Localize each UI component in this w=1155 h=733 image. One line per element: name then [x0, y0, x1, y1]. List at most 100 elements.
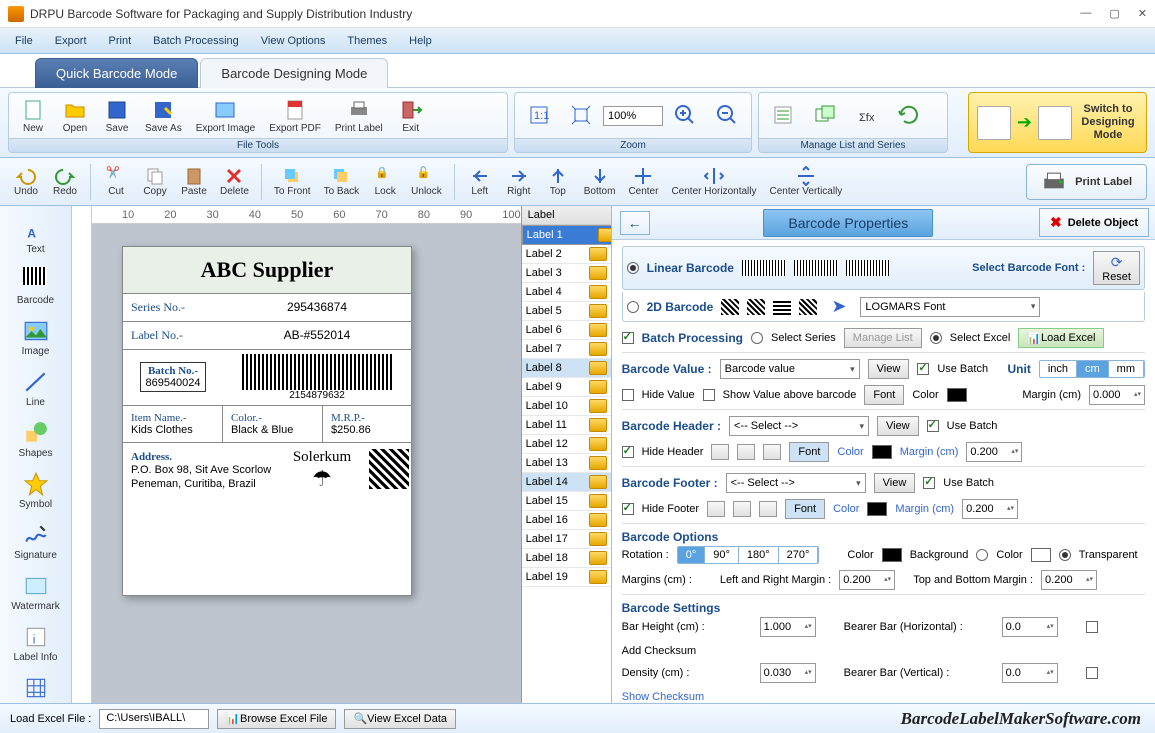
- back-button[interactable]: ←: [620, 211, 650, 235]
- menu-file[interactable]: File: [6, 32, 42, 50]
- print-label-main[interactable]: Print Label: [1026, 164, 1147, 200]
- delete-button[interactable]: Delete: [215, 164, 254, 199]
- tool-signature[interactable]: Signature: [0, 516, 71, 567]
- tool-shapes[interactable]: Shapes: [0, 414, 71, 465]
- align-icon[interactable]: [737, 444, 755, 460]
- bearer-v-input[interactable]: 0.0: [1002, 663, 1058, 683]
- tool-label-info[interactable]: iLabel Info: [0, 618, 71, 669]
- reset-button[interactable]: ⟳Reset: [1093, 251, 1140, 285]
- tb-margin-input[interactable]: 0.200: [1041, 570, 1097, 590]
- tool-grid[interactable]: Grid: [0, 669, 71, 703]
- list-item[interactable]: Label 8: [522, 359, 611, 378]
- lr-margin-input[interactable]: 0.200: [839, 570, 895, 590]
- zoom-extent-button[interactable]: [561, 101, 601, 130]
- manage-list-btn[interactable]: Manage List: [844, 328, 922, 348]
- font-btn[interactable]: Font: [864, 385, 904, 405]
- export-image-button[interactable]: Export Image: [190, 96, 261, 136]
- margin-value-input[interactable]: 0.000: [1089, 385, 1145, 405]
- tool-watermark[interactable]: Watermark: [0, 567, 71, 618]
- barcode-value-select[interactable]: Barcode value: [720, 359, 860, 379]
- center-h-button[interactable]: Center Horizontally: [666, 164, 761, 199]
- menu-print[interactable]: Print: [100, 32, 141, 50]
- maximize-icon[interactable]: ▢: [1109, 7, 1119, 20]
- radio-excel[interactable]: [930, 332, 942, 344]
- unit-toggle[interactable]: inchcmmm: [1039, 360, 1145, 378]
- list-item[interactable]: Label 10: [522, 397, 611, 416]
- pencil-icon[interactable]: [589, 570, 607, 584]
- chk-addck[interactable]: [1086, 621, 1098, 633]
- list-item[interactable]: Label 7: [522, 340, 611, 359]
- color-swatch[interactable]: [872, 445, 892, 459]
- radio-series[interactable]: [751, 332, 763, 344]
- pencil-icon[interactable]: [589, 380, 607, 394]
- view-btn[interactable]: View: [868, 359, 910, 379]
- align-right-button[interactable]: Right: [501, 164, 537, 199]
- align-icon[interactable]: [763, 444, 781, 460]
- zoom-out-button[interactable]: [707, 101, 747, 130]
- list-item[interactable]: Label 1: [522, 225, 611, 245]
- pencil-icon[interactable]: [589, 342, 607, 356]
- pencil-icon[interactable]: [589, 323, 607, 337]
- pencil-icon[interactable]: [589, 532, 607, 546]
- list-item[interactable]: Label 3: [522, 264, 611, 283]
- new-button[interactable]: New: [13, 96, 53, 136]
- to-front-button[interactable]: To Front: [269, 164, 316, 199]
- export-pdf-button[interactable]: Export PDF: [263, 96, 327, 136]
- path-input[interactable]: C:\Users\IBALL\: [99, 709, 209, 729]
- list-item[interactable]: Label 5: [522, 302, 611, 321]
- align-icon[interactable]: [759, 501, 777, 517]
- footer-select[interactable]: <-- Select -->: [726, 473, 866, 493]
- view-btn[interactable]: View: [877, 416, 919, 436]
- color-swatch[interactable]: [882, 548, 902, 562]
- to-back-button[interactable]: To Back: [319, 164, 365, 199]
- undo-button[interactable]: Undo: [8, 164, 44, 199]
- tab-designing-mode[interactable]: Barcode Designing Mode: [200, 58, 388, 88]
- radio-bg-color[interactable]: [976, 549, 988, 561]
- pencil-icon[interactable]: [589, 418, 607, 432]
- menu-help[interactable]: Help: [400, 32, 441, 50]
- unlock-button[interactable]: 🔓Unlock: [406, 164, 447, 199]
- refresh-list-button[interactable]: [889, 101, 929, 130]
- pencil-icon[interactable]: [598, 228, 610, 242]
- save-button[interactable]: Save: [97, 96, 137, 136]
- chk-usebatch-f[interactable]: [923, 477, 935, 489]
- zoom-in-button[interactable]: [665, 101, 705, 130]
- tool-symbol[interactable]: Symbol: [0, 465, 71, 516]
- list-item[interactable]: Label 15: [522, 492, 611, 511]
- align-top-button[interactable]: Top: [540, 164, 576, 199]
- pencil-icon[interactable]: [589, 304, 607, 318]
- align-icon[interactable]: [733, 501, 751, 517]
- list-item[interactable]: Label 9: [522, 378, 611, 397]
- tool-barcode[interactable]: Barcode: [0, 261, 71, 312]
- lock-button[interactable]: 🔒Lock: [367, 164, 403, 199]
- list-item[interactable]: Label 11: [522, 416, 611, 435]
- pencil-icon[interactable]: [589, 266, 607, 280]
- list-item[interactable]: Label 2: [522, 245, 611, 264]
- close-icon[interactable]: ✕: [1138, 7, 1147, 20]
- font-btn[interactable]: Font: [789, 442, 829, 462]
- pencil-icon[interactable]: [589, 551, 607, 565]
- list-item[interactable]: Label 19: [522, 568, 611, 587]
- pencil-icon[interactable]: [589, 285, 607, 299]
- list-item[interactable]: Label 12: [522, 435, 611, 454]
- pencil-icon[interactable]: [589, 399, 607, 413]
- align-icon[interactable]: [707, 501, 725, 517]
- pencil-icon[interactable]: [589, 456, 607, 470]
- chk-usebatch[interactable]: [917, 363, 929, 375]
- chk-hideval[interactable]: [622, 389, 634, 401]
- header-select[interactable]: <-- Select -->: [729, 416, 869, 436]
- delete-object-button[interactable]: ✖Delete Object: [1039, 208, 1149, 237]
- header-margin-input[interactable]: 0.200: [966, 442, 1022, 462]
- paste-button[interactable]: Paste: [176, 164, 212, 199]
- chk-hideheader[interactable]: [622, 446, 634, 458]
- zoom-fit-button[interactable]: 1:1: [519, 101, 559, 130]
- minimize-icon[interactable]: —: [1080, 7, 1091, 20]
- tab-quick-mode[interactable]: Quick Barcode Mode: [35, 58, 198, 88]
- list-item[interactable]: Label 18: [522, 549, 611, 568]
- print-label-button[interactable]: Print Label: [329, 96, 389, 136]
- manage-series-button[interactable]: [805, 101, 845, 130]
- sigma-button[interactable]: Σfx: [847, 101, 887, 130]
- font-btn[interactable]: Font: [785, 499, 825, 519]
- manage-list-button[interactable]: [763, 101, 803, 130]
- align-left-button[interactable]: Left: [462, 164, 498, 199]
